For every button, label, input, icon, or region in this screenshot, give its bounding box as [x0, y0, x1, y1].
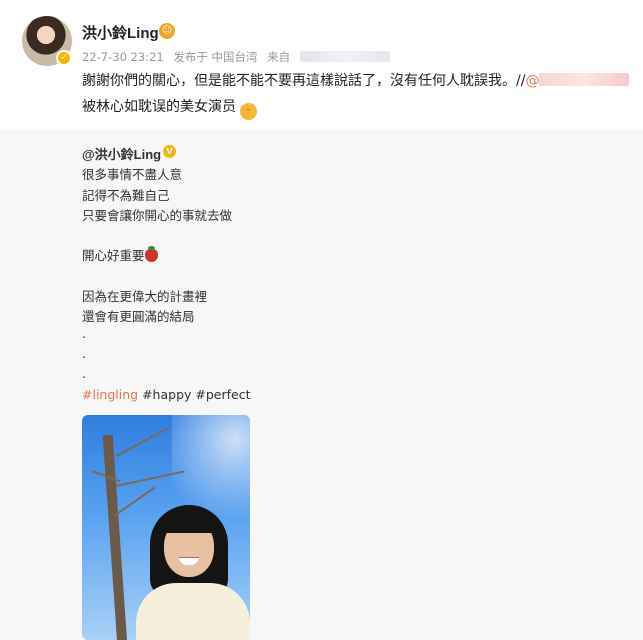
repost-dot: .: [82, 326, 86, 341]
post-meta: 22-7-30 23:21 发布于 中国台湾 来自: [82, 49, 396, 65]
repost-line: 只要會讓你開心的事就去做: [82, 208, 233, 223]
hashtag-row: #lingling #happy #perfect: [82, 387, 251, 402]
repost-author[interactable]: @洪小鈴Ling: [82, 144, 161, 163]
post-username[interactable]: 洪小鈴Ling: [82, 22, 159, 43]
post-photo[interactable]: [82, 415, 250, 640]
photo-tree: [102, 434, 128, 640]
photo-branch: [113, 486, 156, 517]
blurred-mention: [539, 73, 630, 86]
photo-bangs: [162, 513, 216, 533]
emoji-icon: ☺: [159, 23, 175, 39]
hashtag-link[interactable]: #perfect: [195, 387, 250, 402]
strawberry-icon: [144, 246, 158, 262]
repost-line: 開心好重要: [82, 245, 158, 264]
blurred-source: [299, 51, 390, 62]
post-timestamp[interactable]: 22-7-30 23:21: [82, 50, 164, 64]
hashtag-link[interactable]: #lingling: [82, 387, 138, 402]
repost-line: 還會有更圓滿的結局: [82, 309, 195, 324]
repost-dot: .: [82, 346, 86, 361]
post-second-text: 被林心如耽误的美女演员: [82, 99, 236, 115]
mention-link[interactable]: @: [525, 73, 630, 89]
photo-sweater: [136, 583, 250, 640]
photo-branch: [115, 426, 170, 457]
repost-dot: .: [82, 366, 86, 381]
repost-line: 記得不為難自己: [82, 188, 170, 203]
repost-line-text: 開心好重要: [82, 248, 145, 263]
post-source-label: 来自: [267, 50, 291, 64]
post-text: 謝謝你們的關心，但是能不能不要再這樣說話了，沒有任何人耽誤我。//@: [82, 70, 630, 90]
hashtag-link[interactable]: #happy: [142, 387, 191, 402]
repost-line: 很多事情不盡人意: [82, 167, 183, 182]
verified-badge-icon: V: [163, 145, 176, 158]
post-location: 发布于 中国台湾: [173, 50, 258, 64]
verified-badge-icon: ✓: [56, 50, 72, 66]
post-body: 謝謝你們的關心，但是能不能不要再這樣說話了，沒有任何人耽誤我。//: [82, 73, 526, 89]
repost-line: 因為在更偉大的計畫裡: [82, 289, 208, 304]
post-second-line: 被林心如耽误的美女演员 ᵕ: [82, 96, 258, 120]
tongue-emoji-icon: ᵕ: [240, 103, 258, 120]
post-header: ✓ 洪小鈴Ling ☺ 22-7-30 23:21 发布于 中国台湾 来自 謝謝…: [0, 0, 643, 135]
